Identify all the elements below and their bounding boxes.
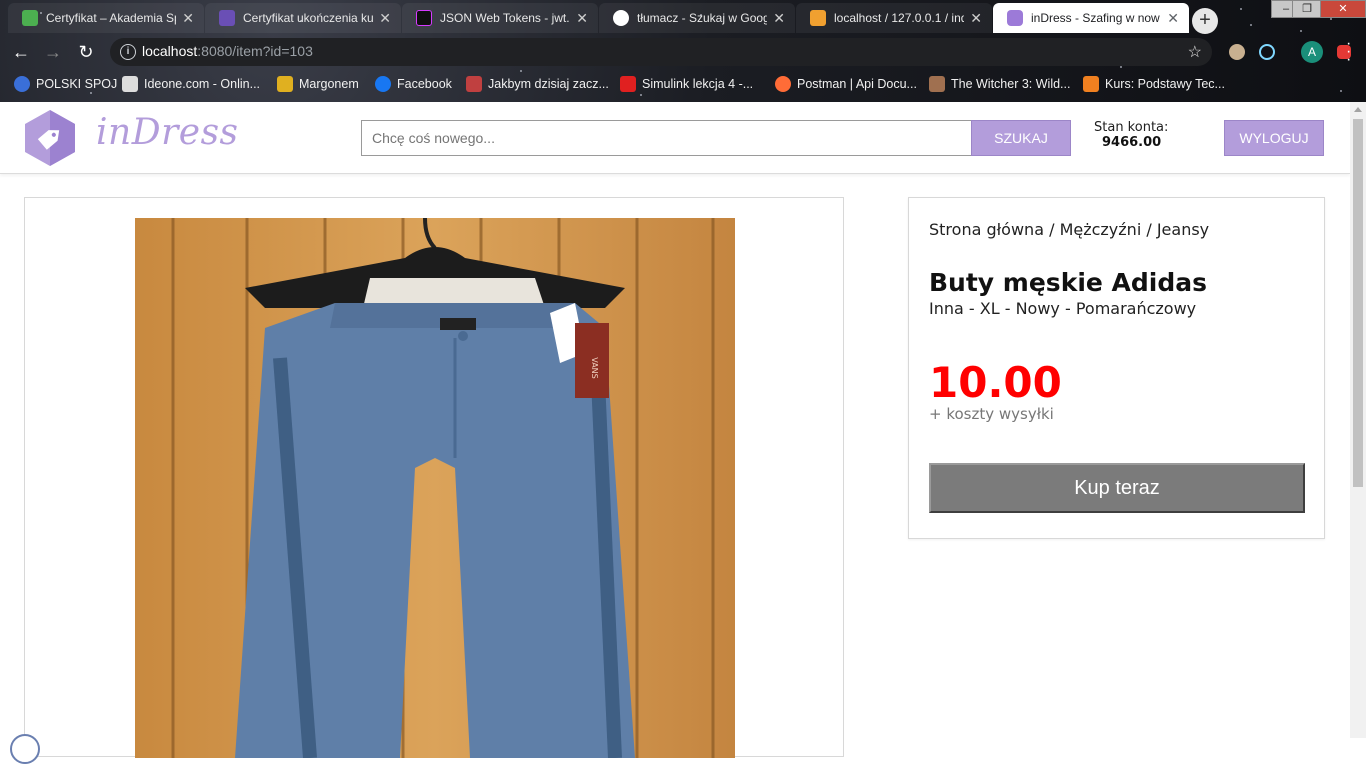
- logout-button[interactable]: WYLOGUJ: [1224, 120, 1324, 156]
- tab-title: Certyfikat – Akademia Sp: [46, 11, 176, 25]
- tab-title: localhost / 127.0.0.1 / ind: [834, 11, 964, 25]
- shipping-note: + koszty wysyłki: [929, 405, 1054, 423]
- bookmark-icon: [122, 76, 138, 92]
- logo-icon[interactable]: [24, 109, 76, 167]
- chat-widget-icon[interactable]: [10, 734, 40, 764]
- google-icon: [613, 10, 629, 26]
- tab-strip: Certyfikat – Akademia Sp ✕ Certyfikat uk…: [0, 3, 1366, 34]
- postman-icon: [775, 76, 791, 92]
- tab-title: inDress - Szafing w now: [1031, 11, 1160, 25]
- bookmark-item[interactable]: Ideone.com - Onlin...: [122, 76, 260, 94]
- bookmark-icon: [620, 76, 636, 92]
- bookmark-item[interactable]: Kurs: Podstawy Tec...: [1083, 76, 1225, 94]
- balance-label: Stan konta:: [1094, 120, 1169, 135]
- back-arrow-icon[interactable]: ←: [10, 41, 32, 63]
- tab-2[interactable]: JSON Web Tokens - jwt.i ✕: [402, 3, 598, 33]
- tab-title: JSON Web Tokens - jwt.i: [440, 11, 570, 25]
- search-button[interactable]: SZUKAJ: [971, 120, 1071, 156]
- bookmark-item[interactable]: POLSKI SPOJ: [14, 76, 117, 94]
- bookmark-item[interactable]: The Witcher 3: Wild...: [929, 76, 1070, 94]
- bookmark-icon: [1083, 76, 1099, 92]
- maximize-button[interactable]: ❐: [1292, 0, 1322, 18]
- bookmark-icon: [466, 76, 482, 92]
- bookmark-star-icon[interactable]: ☆: [1188, 42, 1202, 62]
- info-icon[interactable]: i: [120, 44, 136, 60]
- bookmark-label: POLSKI SPOJ: [36, 77, 118, 91]
- bookmark-label: Facebook: [397, 77, 452, 91]
- svg-text:VANS: VANS: [590, 357, 599, 379]
- page: inDress SZUKAJ Stan konta: 9466.00 WYLOG…: [0, 102, 1350, 764]
- window-close-button[interactable]: ✕: [1320, 0, 1366, 18]
- bookmark-icon: [14, 76, 30, 92]
- profile-avatar[interactable]: A: [1301, 41, 1323, 63]
- product-photo[interactable]: VANS: [135, 218, 735, 758]
- kebab-menu-icon[interactable]: · · ·: [1346, 36, 1351, 68]
- tab-favicon: [1007, 10, 1023, 26]
- new-tab-button[interactable]: +: [1192, 8, 1218, 34]
- tab-favicon: [416, 10, 432, 26]
- logo-text[interactable]: inDress: [96, 112, 239, 153]
- tab-3[interactable]: tłumacz - Szukaj w Goog ✕: [599, 3, 795, 33]
- vertical-scrollbar[interactable]: [1350, 102, 1366, 738]
- close-icon[interactable]: ✕: [182, 3, 194, 33]
- bookmark-icon: [277, 76, 293, 92]
- bookmark-label: Kurs: Podstawy Tec...: [1105, 77, 1225, 91]
- tab-1[interactable]: Certyfikat ukończenia ku ✕: [205, 3, 401, 33]
- buy-now-button[interactable]: Kup teraz: [929, 463, 1305, 513]
- bookmark-label: Ideone.com - Onlin...: [144, 77, 261, 91]
- product-info-card: Strona główna / Mężczyźni / Jeansy Buty …: [908, 197, 1325, 539]
- bookmark-item[interactable]: Postman | Api Docu...: [775, 76, 917, 94]
- bookmark-label: Postman | Api Docu...: [797, 77, 917, 91]
- tab-title: Certyfikat ukończenia ku: [243, 11, 373, 25]
- toolbar: ← → ↻ i localhost:8080/item?id=103 ☆: [0, 36, 1366, 68]
- bookmark-item[interactable]: Jakbym dzisiaj zacz...: [466, 76, 609, 94]
- product-title: Buty męskie Adidas: [929, 268, 1208, 297]
- balance-value: 9466.00: [1102, 135, 1162, 150]
- tab-title: tłumacz - Szukaj w Goog: [637, 11, 767, 25]
- close-icon[interactable]: ✕: [970, 3, 982, 33]
- bookmark-label: Simulink lekcja 4 -...: [642, 77, 754, 91]
- close-icon[interactable]: ✕: [576, 3, 588, 33]
- search-input[interactable]: [361, 120, 972, 156]
- tab-0[interactable]: Certyfikat – Akademia Sp ✕: [8, 3, 204, 33]
- bookmark-label: Margonem: [299, 77, 359, 91]
- site-header: inDress SZUKAJ Stan konta: 9466.00 WYLOG…: [0, 102, 1350, 174]
- bookmark-item[interactable]: Facebook: [375, 76, 452, 94]
- react-devtools-icon[interactable]: [1259, 44, 1275, 60]
- close-icon[interactable]: ✕: [379, 3, 391, 33]
- bookmark-label: Jakbym dzisiaj zacz...: [488, 77, 609, 91]
- bookmark-item[interactable]: Simulink lekcja 4 -...: [620, 76, 753, 94]
- forward-arrow-icon[interactable]: →: [42, 41, 64, 63]
- breadcrumb[interactable]: Strona główna / Mężczyźni / Jeansy: [929, 220, 1209, 239]
- product-attributes: Inna - XL - Nowy - Pomarańczowy: [929, 299, 1197, 318]
- url-host: localhost: [142, 43, 198, 59]
- bookmarks-bar: POLSKI SPOJ Ideone.com - Onlin... Margon…: [0, 70, 1366, 98]
- tab-favicon: [22, 10, 38, 26]
- extension-icon[interactable]: [1229, 44, 1245, 60]
- product-image-card: VANS: [24, 197, 844, 758]
- close-icon[interactable]: ✕: [1167, 3, 1179, 33]
- bookmark-label: The Witcher 3: Wild...: [951, 77, 1071, 91]
- facebook-icon: [375, 76, 391, 92]
- tab-favicon: [219, 10, 235, 26]
- url-path: :8080/item?id=103: [197, 43, 313, 59]
- address-bar[interactable]: i localhost:8080/item?id=103 ☆: [110, 38, 1212, 66]
- reload-icon[interactable]: ↻: [75, 41, 97, 63]
- close-icon[interactable]: ✕: [773, 3, 785, 33]
- bookmark-item[interactable]: Margonem: [277, 76, 359, 94]
- bookmark-icon: [929, 76, 945, 92]
- tab-5-active[interactable]: inDress - Szafing w now ✕: [993, 3, 1189, 33]
- tab-favicon: [810, 10, 826, 26]
- address-url[interactable]: localhost:8080/item?id=103: [142, 43, 313, 59]
- product-price: 10.00: [929, 358, 1062, 407]
- tab-4[interactable]: localhost / 127.0.0.1 / ind ✕: [796, 3, 992, 33]
- scrollbar-thumb[interactable]: [1353, 119, 1363, 487]
- scroll-up-arrow-icon[interactable]: [1354, 107, 1362, 112]
- browser-chrome: Certyfikat – Akademia Sp ✕ Certyfikat uk…: [0, 0, 1366, 102]
